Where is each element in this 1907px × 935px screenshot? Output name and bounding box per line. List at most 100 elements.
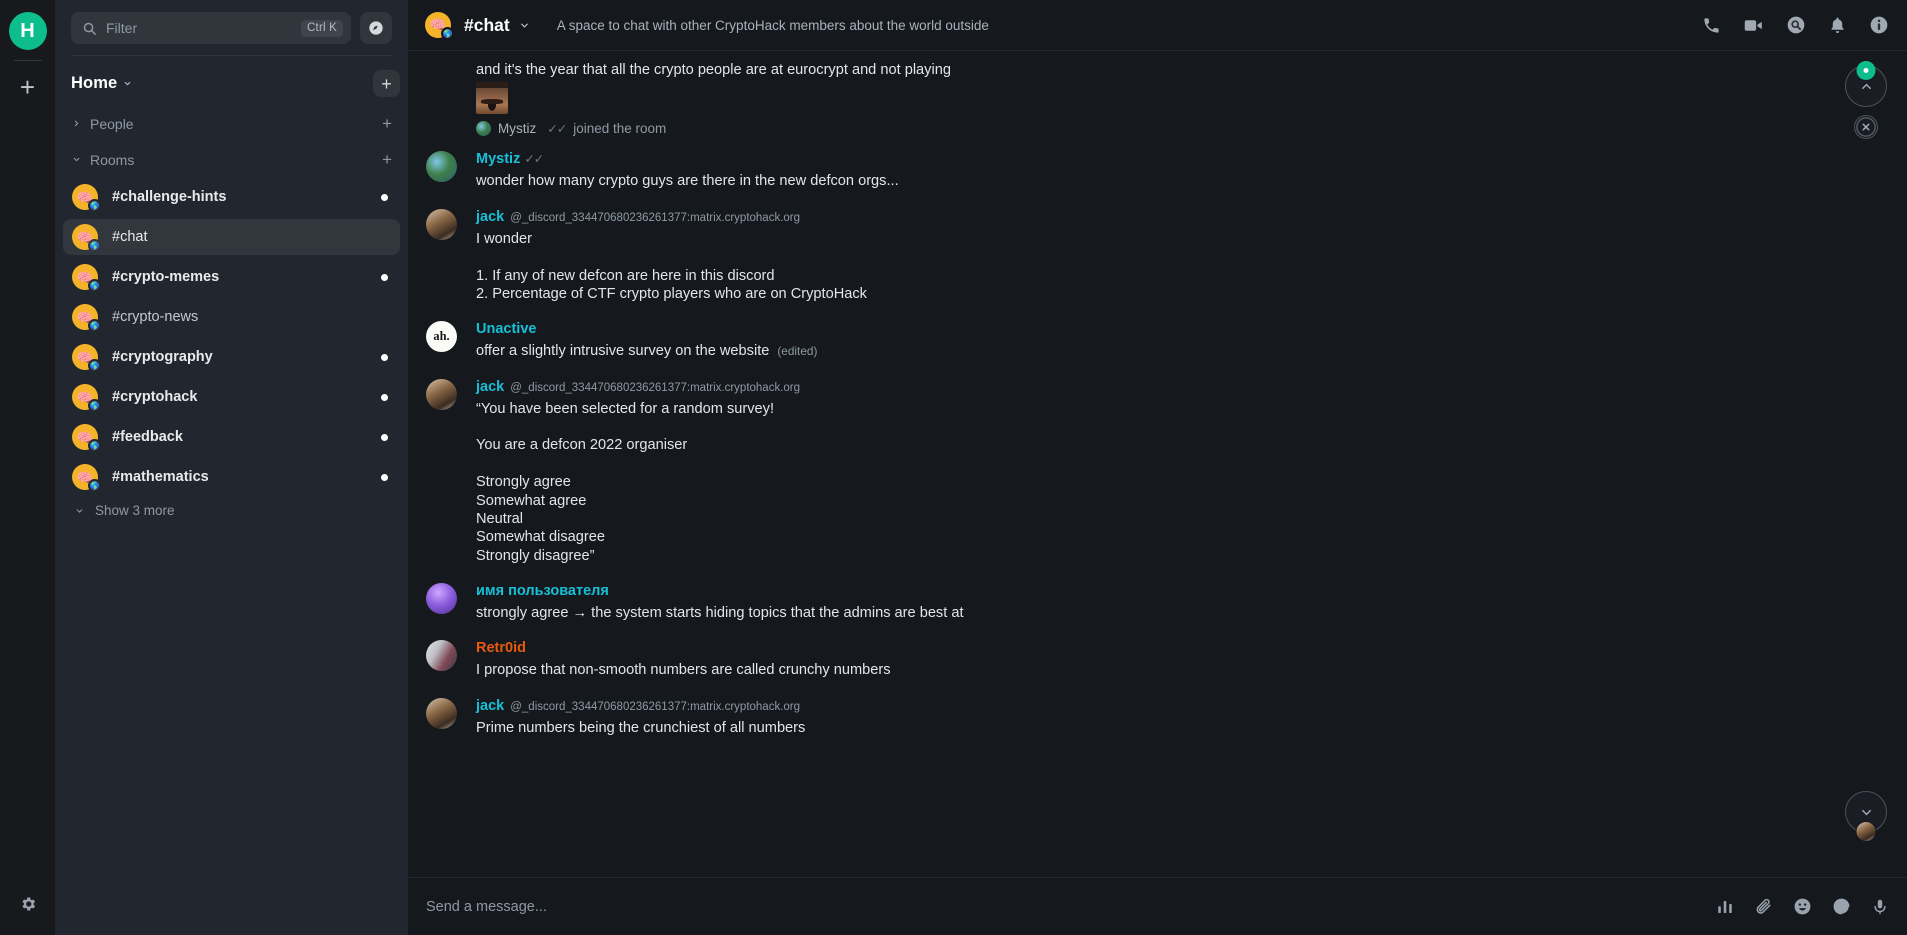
section-rooms[interactable]: Rooms + <box>63 139 400 175</box>
message-body: Unactive offer a slightly intrusive surv… <box>476 319 1837 360</box>
edited-label[interactable]: (edited) <box>777 344 817 358</box>
room-info-button[interactable] <box>1869 15 1889 35</box>
message-timeline[interactable]: and it's the year that all the crypto pe… <box>408 51 1907 877</box>
globe-icon: 🌎 <box>88 439 101 452</box>
poll-button[interactable] <box>1716 898 1734 916</box>
message-event-continuation: and it's the year that all the crypto pe… <box>408 59 1907 118</box>
room-header-actions <box>1702 15 1889 36</box>
globe-icon: 🌎 <box>88 479 101 492</box>
panel-top: Filter Ctrl K <box>55 0 408 56</box>
sender-name[interactable]: Unactive <box>476 321 536 337</box>
section-people[interactable]: People + <box>63 108 400 139</box>
room-list: People + Rooms + 🧠 🌎 #challenge-hints 🧠 … <box>55 108 408 935</box>
unread-dot <box>381 473 388 481</box>
room-avatar: 🧠 🌎 <box>72 224 101 252</box>
search-room-button[interactable] <box>1786 15 1806 35</box>
message-text: and it's the year that all the crypto pe… <box>476 62 951 78</box>
video-call-button[interactable] <box>1743 15 1764 36</box>
room-header-avatar[interactable]: 🧠 🌎 <box>425 12 454 40</box>
explore-rooms-button[interactable] <box>360 12 392 44</box>
home-chevron-down-icon[interactable] <box>123 78 132 89</box>
show-more-rooms-button[interactable]: Show 3 more <box>63 495 400 526</box>
close-unread-bar-button[interactable] <box>1854 115 1878 139</box>
globe-icon: 🌎 <box>441 27 454 40</box>
search-shortcut-badge: Ctrl K <box>301 19 343 37</box>
sender-name[interactable]: Retr0id <box>476 640 526 656</box>
sender-line: Unactive <box>476 319 1837 339</box>
message-event: имя пользователя strongly agree → the sy… <box>408 567 1907 624</box>
home-title[interactable]: Home <box>71 74 117 93</box>
scroll-to-bottom-button[interactable] <box>1845 791 1887 842</box>
attachment-button[interactable] <box>1754 897 1773 916</box>
room-item-chat[interactable]: 🧠 🌎 #chat <box>63 219 400 255</box>
message-input[interactable]: Send a message... <box>426 899 1716 915</box>
sticker-button[interactable] <box>1832 897 1851 916</box>
room-item-cryptohack[interactable]: 🧠 🌎 #cryptohack <box>63 379 400 415</box>
avatar[interactable]: ah. <box>426 321 457 353</box>
message-text: wonder how many crypto guys are there in… <box>476 173 899 190</box>
sender-name[interactable]: Mystiz <box>476 151 520 167</box>
avatar-column <box>426 207 476 304</box>
add-room-to-section-button[interactable]: + <box>382 151 392 168</box>
room-avatar: 🧠 🌎 <box>72 464 101 492</box>
avatar[interactable] <box>426 378 457 410</box>
sender-name[interactable]: jack <box>476 209 504 225</box>
message-body: Mystiz ✓✓ wonder how many crypto guys are… <box>476 149 1837 190</box>
globe-icon: 🌎 <box>88 279 101 292</box>
avatar-column <box>426 118 476 141</box>
room-header-chevron-down-icon[interactable] <box>519 20 530 31</box>
message-body: jack @_discord_334470680236261377:matrix.… <box>476 207 1837 304</box>
room-avatar: 🧠 🌎 <box>72 184 101 212</box>
sender-line: имя пользователя <box>476 581 1837 601</box>
globe-icon: 🌎 <box>88 319 101 332</box>
sender-line: jack @_discord_334470680236261377:matrix.… <box>476 207 1837 227</box>
quick-settings-button[interactable] <box>19 895 37 913</box>
read-receipt-avatar[interactable] <box>1855 821 1877 842</box>
emoji-button[interactable] <box>1793 897 1812 916</box>
avatar[interactable] <box>426 151 457 183</box>
voice-message-button[interactable] <box>1871 898 1889 916</box>
room-item-label: #crypto-news <box>112 309 199 325</box>
notifications-button[interactable] <box>1828 16 1847 35</box>
sender-name[interactable]: jack <box>476 698 504 714</box>
message-body: Retr0id I propose that non-smooth number… <box>476 638 1837 679</box>
unread-dot <box>381 433 388 441</box>
room-item-feedback[interactable]: 🧠 🌎 #feedback <box>63 419 400 455</box>
sender-name[interactable]: jack <box>476 379 504 395</box>
add-room-button[interactable]: + <box>373 70 400 97</box>
room-avatar: 🧠 🌎 <box>72 304 101 332</box>
voice-call-button[interactable] <box>1702 16 1721 35</box>
search-row: Filter Ctrl K <box>71 12 392 44</box>
home-space-avatar[interactable]: H <box>8 12 47 50</box>
chevron-down-icon <box>75 506 84 516</box>
element-chat-app: H + Filter Ctrl K Home + People + Rooms … <box>0 0 1907 935</box>
message-body: jack @_discord_334470680236261377:matrix.… <box>476 377 1837 565</box>
unread-dot <box>381 193 388 201</box>
avatar[interactable] <box>426 640 457 672</box>
room-header-name[interactable]: #chat <box>464 15 510 36</box>
gear-icon <box>21 897 35 911</box>
create-space-button[interactable]: + <box>10 69 46 105</box>
add-person-button[interactable]: + <box>382 115 392 132</box>
search-input[interactable]: Filter Ctrl K <box>71 12 351 44</box>
avatar[interactable] <box>426 583 457 614</box>
room-item-label: #feedback <box>112 429 183 445</box>
room-item-crypto-news[interactable]: 🧠 🌎 #crypto-news <box>63 299 400 335</box>
room-avatar: 🧠 🌎 <box>72 424 101 452</box>
avatar[interactable] <box>426 697 457 729</box>
room-item-challenge-hints[interactable]: 🧠 🌎 #challenge-hints <box>63 179 400 215</box>
room-item-label: #crypto-memes <box>112 269 220 285</box>
jump-to-first-unread-button[interactable] <box>1845 61 1887 107</box>
message-event: Retr0id I propose that non-smooth number… <box>408 624 1907 681</box>
room-item-cryptography[interactable]: 🧠 🌎 #cryptography <box>63 339 400 375</box>
avatar[interactable] <box>426 208 457 240</box>
room-item-mathematics[interactable]: 🧠 🌎 #mathematics <box>63 459 400 495</box>
room-item-crypto-memes[interactable]: 🧠 🌎 #crypto-memes <box>63 259 400 295</box>
sender-matrix-id: @_discord_334470680236261377:matrix.cryp… <box>510 381 801 394</box>
verified-checks-icon: ✓✓ <box>547 122 567 137</box>
sender-name[interactable]: имя пользователя <box>476 583 609 599</box>
room-avatar: 🧠 🌎 <box>72 344 101 372</box>
message-image-thumbnail[interactable] <box>476 82 508 115</box>
poll-bars-icon <box>1718 900 1732 913</box>
room-topic[interactable]: A space to chat with other CryptoHack me… <box>557 18 989 33</box>
